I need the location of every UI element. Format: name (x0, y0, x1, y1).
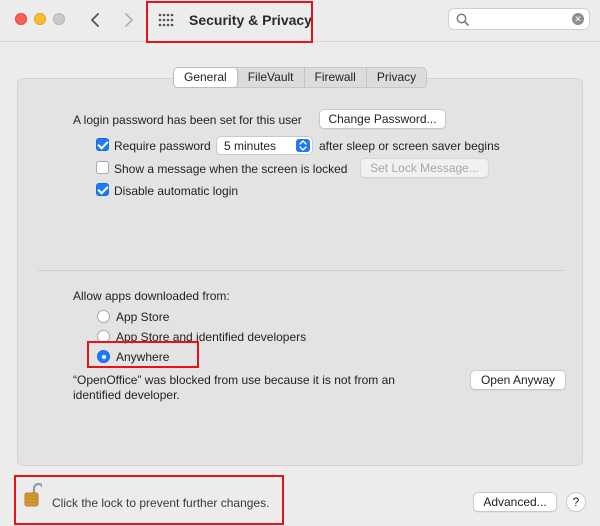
section-divider (38, 270, 564, 271)
clear-search-icon[interactable]: ✕ (572, 13, 584, 25)
require-password-delay-select[interactable]: 5 minutes (216, 136, 313, 155)
set-lock-message-button[interactable]: Set Lock Message... (360, 158, 489, 178)
blocked-message-line2: identified developer. (73, 388, 180, 402)
help-button[interactable]: ? (566, 492, 586, 512)
require-password-checkbox[interactable] (96, 138, 109, 151)
blocked-message-line1: “OpenOffice” was blocked from use becaus… (73, 373, 395, 387)
lock-highlight-box (14, 475, 284, 525)
tab-firewall[interactable]: Firewall (305, 68, 367, 87)
search-field[interactable]: ✕ (448, 8, 590, 30)
security-privacy-window: Security & Privacy ✕ General FileVault F… (0, 0, 600, 526)
after-sleep-text: after sleep or screen saver begins (319, 139, 500, 153)
show-message-label: Show a message when the screen is locked (114, 162, 348, 176)
radio-app-store[interactable] (97, 310, 110, 323)
require-password-label: Require password (114, 139, 211, 153)
tab-bar: General FileVault Firewall Privacy (173, 67, 428, 88)
anywhere-highlight-box (87, 341, 199, 368)
back-button[interactable] (84, 9, 106, 31)
close-window-button[interactable] (15, 13, 27, 25)
select-arrows-icon (296, 139, 310, 152)
search-input[interactable] (473, 11, 568, 27)
tab-filevault[interactable]: FileVault (238, 68, 305, 87)
open-anyway-button[interactable]: Open Anyway (470, 370, 566, 390)
tab-privacy[interactable]: Privacy (367, 68, 426, 87)
show-message-checkbox[interactable] (96, 161, 109, 174)
disable-auto-login-checkbox[interactable] (96, 183, 109, 196)
tab-general[interactable]: General (174, 68, 238, 87)
search-icon (456, 13, 469, 26)
forward-button[interactable] (118, 9, 140, 31)
toolbar: Security & Privacy ✕ (0, 0, 600, 43)
change-password-button[interactable]: Change Password... (319, 109, 446, 129)
login-password-text: A login password has been set for this u… (73, 113, 302, 127)
require-password-delay-value: 5 minutes (224, 139, 277, 153)
chevron-right-icon (125, 13, 133, 27)
allow-apps-heading: Allow apps downloaded from: (73, 289, 230, 303)
radio-app-store-label: App Store (116, 310, 170, 324)
disable-auto-login-label: Disable automatic login (114, 184, 239, 198)
minimize-window-button[interactable] (34, 13, 46, 25)
zoom-window-button[interactable] (53, 13, 65, 25)
chevron-left-icon (91, 13, 99, 27)
title-highlight-box (146, 1, 313, 43)
advanced-button[interactable]: Advanced... (473, 492, 557, 512)
